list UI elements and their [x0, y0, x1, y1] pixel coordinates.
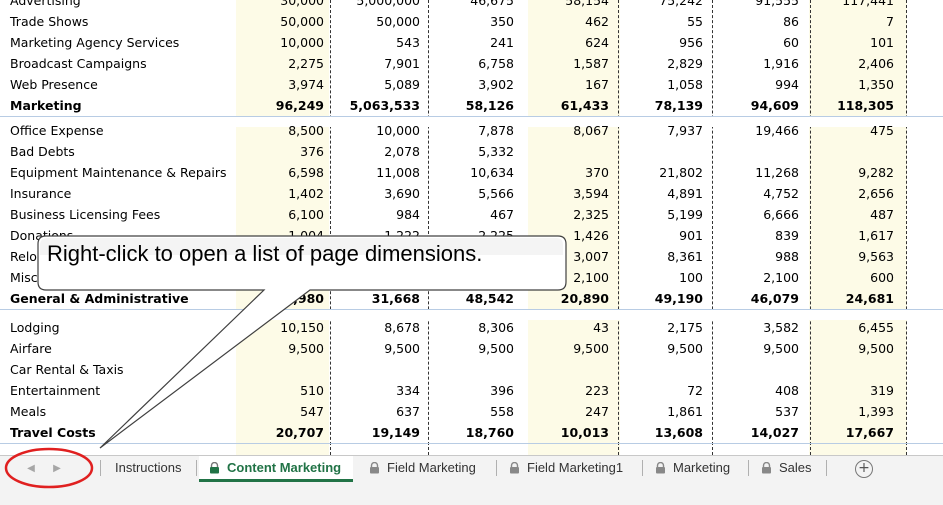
- cell-value[interactable]: 2,406: [774, 56, 894, 71]
- sheet-tab-bar: ◀ ▶ Instructions Content Marketing Field…: [0, 455, 943, 505]
- row-label[interactable]: Insurance: [10, 186, 71, 201]
- tab-label: Field Marketing: [387, 460, 476, 475]
- row-label[interactable]: Car Rental & Taxis: [10, 362, 124, 377]
- row-label[interactable]: Meals: [10, 404, 46, 419]
- row-label[interactable]: Entertainment: [10, 383, 100, 398]
- row-label[interactable]: Lodging: [10, 320, 60, 335]
- table-row[interactable]: Bad Debts 376 2,078 5,332: [0, 141, 943, 162]
- cell-value[interactable]: 1,393: [774, 404, 894, 419]
- tab-field-marketing1[interactable]: Field Marketing1: [509, 456, 623, 480]
- table-row[interactable]: Entertainment 510 334 396 223 72 408 319: [0, 380, 943, 401]
- tab-marketing[interactable]: Marketing: [655, 456, 730, 480]
- scroll-tabs-left-icon[interactable]: ◀: [24, 462, 38, 476]
- cell-value[interactable]: 487: [774, 207, 894, 222]
- table-row[interactable]: Office Expense 8,500 10,000 7,878 8,067 7,937…: [0, 120, 943, 141]
- lock-icon: [210, 461, 219, 473]
- row-label[interactable]: Office Expense: [10, 123, 104, 138]
- row-label[interactable]: Web Presence: [10, 77, 98, 92]
- cell-value[interactable]: 9,282: [774, 165, 894, 180]
- table-row[interactable]: Marketing Agency Services 10,000 543 241 624…: [0, 32, 943, 53]
- row-label[interactable]: Broadcast Campaigns: [10, 56, 147, 71]
- row-label[interactable]: Marketing: [10, 98, 82, 113]
- row-label[interactable]: Business Licensing Fees: [10, 207, 160, 222]
- tab-separator: [100, 460, 101, 476]
- add-sheet-button[interactable]: +: [855, 460, 873, 478]
- total-row[interactable]: Marketing 96,249 5,063,533 58,126 61,433 78,1…: [0, 95, 943, 117]
- cell-value[interactable]: 7: [774, 14, 894, 29]
- cell-value[interactable]: 2,656: [774, 186, 894, 201]
- cell-value[interactable]: 1,350: [774, 77, 894, 92]
- callout-text: Right-click to open a list of page dimen…: [47, 241, 483, 266]
- table-row[interactable]: Web Presence 3,974 5,089 3,902 167 1,058 994 1,…: [0, 74, 943, 95]
- table-row[interactable]: Airfare 9,500 9,500 9,500 9,500 9,500 9,500 9,5…: [0, 338, 943, 359]
- table-row[interactable]: Broadcast Campaigns 2,275 7,901 6,758 1,587 2…: [0, 53, 943, 74]
- cell-value[interactable]: 1,617: [774, 228, 894, 243]
- tab-label: Content Marketing: [227, 459, 342, 475]
- table-row[interactable]: Trade Shows 50,000 50,000 350 462 55 86 7: [0, 11, 943, 32]
- lock-icon: [762, 462, 771, 474]
- total-row[interactable]: Travel Costs 20,707 19,149 18,760 10,013 13,6…: [0, 422, 943, 444]
- row-label[interactable]: Equipment Maintenance & Repairs: [10, 165, 227, 180]
- cell-value[interactable]: 600: [774, 270, 894, 285]
- tab-field-marketing[interactable]: Field Marketing: [369, 456, 476, 480]
- lock-icon: [510, 462, 519, 474]
- tab-label: Field Marketing1: [527, 460, 624, 475]
- cell-value[interactable]: 117,441: [774, 0, 894, 8]
- tab-separator: [642, 460, 643, 476]
- table-row[interactable]: Miscellaneous 2,100 100 2,100 600: [0, 267, 943, 288]
- row-label[interactable]: Bad Debts: [10, 144, 75, 159]
- scroll-tabs-right-icon[interactable]: ▶: [50, 462, 64, 476]
- cell-value[interactable]: 6,455: [774, 320, 894, 335]
- cell-value[interactable]: 101: [774, 35, 894, 50]
- cell-value[interactable]: 475: [774, 123, 894, 138]
- table-row[interactable]: Equipment Maintenance & Repairs 6,598 11,0…: [0, 162, 943, 183]
- table-row[interactable]: Meals 547 637 558 247 1,861 537 1,393: [0, 401, 943, 422]
- tab-content-marketing[interactable]: Content Marketing: [199, 456, 354, 482]
- cell-value[interactable]: 9,500: [774, 341, 894, 356]
- row-label[interactable]: Trade Shows: [10, 14, 88, 29]
- cell-value[interactable]: 9,563: [774, 249, 894, 264]
- spreadsheet-grid[interactable]: Advertising 30,000 5,000,000 46,675 58,154 75…: [0, 0, 943, 455]
- cell-value[interactable]: 24,681: [774, 291, 894, 306]
- total-row[interactable]: General & Administrative 23,980 31,668 48,5…: [0, 288, 943, 310]
- table-row[interactable]: Business Licensing Fees 6,100 984 467 2,325 5…: [0, 204, 943, 225]
- row-label[interactable]: Marketing Agency Services: [10, 35, 179, 50]
- tab-separator: [196, 460, 197, 476]
- table-row[interactable]: Lodging 10,150 8,678 8,306 43 2,175 3,582 6,455: [0, 317, 943, 338]
- table-row[interactable]: Advertising 30,000 5,000,000 46,675 58,154 75…: [0, 0, 943, 11]
- table-row[interactable]: Car Rental & Taxis: [0, 359, 943, 380]
- table-row[interactable]: Insurance 1,402 3,690 5,566 3,594 4,891 4,752 2…: [0, 183, 943, 204]
- tab-instructions[interactable]: Instructions: [115, 456, 181, 480]
- row-label[interactable]: General & Administrative: [10, 291, 189, 306]
- cell-value[interactable]: 5,332: [394, 144, 514, 159]
- tab-sales[interactable]: Sales: [761, 456, 812, 480]
- tab-separator: [748, 460, 749, 476]
- cell-value[interactable]: 319: [774, 383, 894, 398]
- row-label[interactable]: Miscellaneous: [10, 270, 98, 285]
- cell-value[interactable]: 118,305: [774, 98, 894, 113]
- row-label[interactable]: Advertising: [10, 0, 81, 8]
- tab-separator: [826, 460, 827, 476]
- tab-label: Marketing: [673, 460, 731, 475]
- cell-value[interactable]: 17,667: [774, 425, 894, 440]
- lock-icon: [370, 462, 379, 474]
- row-label[interactable]: Airfare: [10, 341, 52, 356]
- tab-separator: [496, 460, 497, 476]
- row-label[interactable]: Travel Costs: [10, 425, 96, 440]
- lock-icon: [656, 462, 665, 474]
- tab-label: Sales: [779, 460, 812, 475]
- tab-label: Instructions: [115, 460, 182, 475]
